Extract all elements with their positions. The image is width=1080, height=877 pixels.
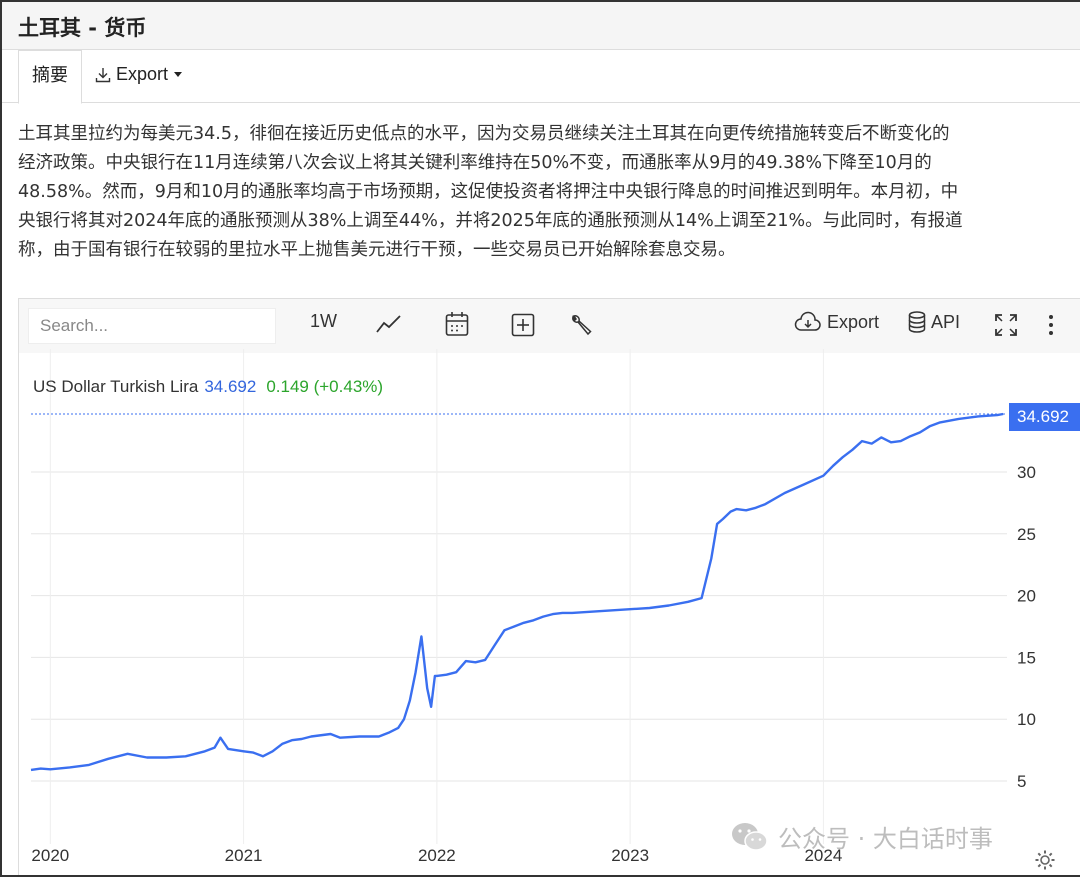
gear-icon[interactable] [1034,849,1056,871]
download-icon [95,67,111,82]
summary-line: 称，由于国有银行在较弱的里拉水平上抛售美元进行干预，一些交易员已开始解除套息交易… [18,240,736,260]
chart-legend: US Dollar Turkish Lira 34.692 0.149 (+0.43… [33,377,383,397]
legend-series-name: US Dollar Turkish Lira [33,377,199,396]
summary-line: 央银行将其对2024年底的通胀预测从38%上调至44%，并将2025年底的通胀预… [18,211,963,231]
page-title: 土耳其 - 货币 [18,16,147,40]
legend-change: 0.149 (+0.43%) [266,377,384,396]
last-price-tag: 34.692 [1009,403,1080,431]
y-tick-label: 20 [1017,587,1036,606]
chart-panel: Search... 1W Export API 5 10 15 20 25 30… [18,298,1080,875]
x-tick-label: 2022 [418,846,456,865]
wechat-icon [732,822,768,851]
y-tick-label: 30 [1017,463,1036,482]
watermark-text: 公众号 · 大白话时事 [778,825,993,853]
tab-bar: 摘要 Export [2,50,1080,104]
y-tick-label: 15 [1017,648,1036,667]
summary-line: 48.58%。然而，9月和10月的通胀率均高于市场预期，这促使投资者将押注中央银… [18,182,959,202]
caret-down-icon [174,72,183,77]
tab-summary[interactable]: 摘要 [18,50,82,104]
y-tick-label: 10 [1017,710,1036,729]
x-tick-label: 2020 [31,846,69,865]
export-dropdown-button[interactable]: Export [94,64,183,85]
summary-text: 土耳其里拉约为每美元34.5，徘徊在接近历史低点的水平，因为交易员继续关注土耳其… [18,120,1080,265]
y-tick-label: 25 [1017,525,1036,544]
app-window: 土耳其 - 货币 摘要 Export 土耳其里拉约为每美元34.5，徘徊在接近历… [0,0,1080,877]
watermark: 公众号 · 大白话时事 [730,819,993,854]
x-tick-label: 2023 [611,846,649,865]
summary-line: 土耳其里拉约为每美元34.5，徘徊在接近历史低点的水平，因为交易员继续关注土耳其… [18,124,950,144]
series-line-usd-try [30,412,1004,772]
summary-line: 经济政策。中央银行在11月连续第八次会议上将其关键利率维持在50%不变，而通胀率… [18,153,932,173]
x-tick-label: 2021 [225,846,263,865]
title-bar: 土耳其 - 货币 [2,2,1080,50]
y-tick-label: 5 [1017,772,1026,791]
legend-value: 34.692 [204,377,257,396]
export-label: Export [116,64,169,84]
